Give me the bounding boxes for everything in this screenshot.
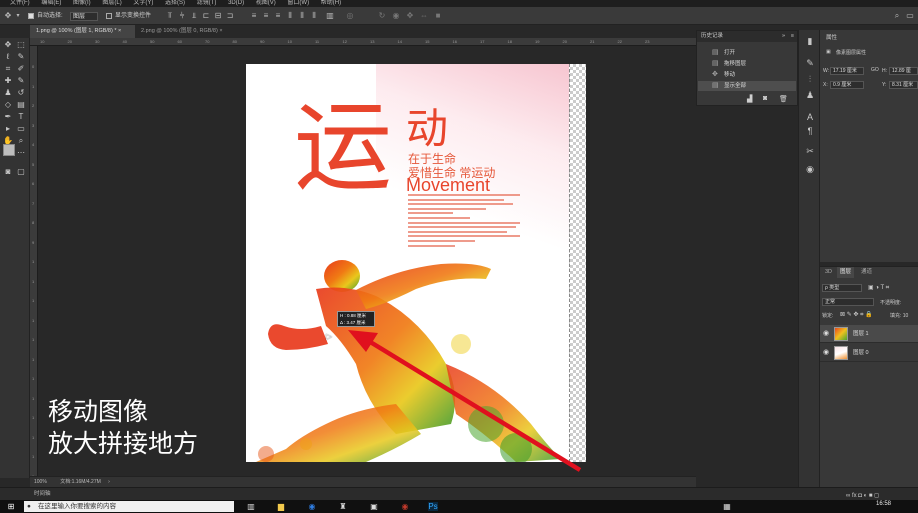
- history-item-label: 显示全部: [724, 83, 747, 89]
- layer-name[interactable]: 图层 0: [853, 344, 869, 362]
- zoom-level[interactable]: 100%: [34, 479, 47, 485]
- x-field[interactable]: 0.9 厘米: [830, 81, 864, 89]
- lock-icons[interactable]: ⊠ ✎ ✥ ⌗ 🔒: [840, 311, 873, 319]
- collapse-icon[interactable]: »: [782, 31, 785, 42]
- tools-preset-icon[interactable]: ✂: [805, 146, 815, 156]
- timeline-label[interactable]: 时间轴: [34, 491, 51, 497]
- layer-row[interactable]: ◉ 图层 0: [820, 344, 918, 362]
- cortana-icon: ●: [27, 503, 31, 510]
- browser-icon[interactable]: ◉: [307, 502, 317, 511]
- history-title[interactable]: 历史记录: [701, 33, 723, 39]
- windows-start-icon[interactable]: ⊞: [6, 502, 16, 511]
- tray-icon[interactable]: ▦: [722, 502, 732, 511]
- history-header: 历史记录 » ≡: [697, 31, 797, 42]
- history-panel: 历史记录 » ≡ ▤ 打开 ▤ 拖移图层 ✥ 移动 ▤ 显示全部 ▟ ◙ 🗑: [696, 30, 798, 106]
- properties-panel-icon[interactable]: ▮: [805, 36, 815, 46]
- caption-line-2: 放大拼接地方: [48, 429, 199, 458]
- eye-icon[interactable]: ◉: [823, 344, 829, 362]
- tab-3d[interactable]: 3D: [822, 267, 835, 278]
- clock[interactable]: 16:58: [876, 501, 891, 507]
- document-icon: ▤: [712, 82, 719, 89]
- camera-icon[interactable]: ◙: [763, 95, 767, 102]
- history-item-label: 移动: [724, 72, 736, 78]
- h-label: H:: [882, 68, 887, 74]
- status-bar: 100% 文档:1.16M/4.27M ›: [30, 476, 696, 487]
- layer-footer-icons[interactable]: ∞ fx ◘ ◐ ■ ◻: [846, 492, 879, 499]
- chevron-right-icon[interactable]: ›: [108, 479, 110, 485]
- filter-icons[interactable]: ▣ ◑ T ⌗: [868, 284, 889, 292]
- character-panel-icon[interactable]: A: [805, 112, 815, 122]
- properties-subtitle: 像素图层属性: [836, 50, 867, 56]
- task-view-icon[interactable]: ▥: [246, 502, 256, 511]
- trash-icon[interactable]: 🗑: [779, 95, 788, 103]
- caption-line-1: 移动图像: [48, 397, 149, 426]
- history-item-selected[interactable]: ▤ 显示全部: [698, 81, 796, 91]
- taskbar-search-input[interactable]: ● 在这里输入你要搜索的内容: [24, 501, 234, 512]
- history-item[interactable]: ▤ 打开: [698, 48, 796, 58]
- w-label: W:: [823, 68, 830, 74]
- blend-mode-dropdown[interactable]: 正常: [822, 298, 874, 306]
- recorder-icon[interactable]: ◉: [400, 502, 410, 511]
- history-item[interactable]: ▤ 拖移图层: [698, 59, 796, 69]
- history-item[interactable]: ✥ 移动: [698, 70, 796, 80]
- paragraph-panel-icon[interactable]: ¶: [805, 126, 815, 136]
- photoshop-icon[interactable]: Ps: [428, 502, 438, 511]
- pixel-layer-icon: ▣: [826, 49, 831, 55]
- layer-row[interactable]: ◉ 图层 1: [820, 325, 918, 343]
- tab-channels[interactable]: 通道: [858, 267, 875, 278]
- y-label: Y:: [882, 82, 887, 88]
- width-field[interactable]: 17.19 厘米: [830, 67, 864, 75]
- panel-menu-icon[interactable]: ≡: [791, 31, 794, 42]
- app-icon[interactable]: ♜: [338, 502, 348, 511]
- layer-name[interactable]: 图层 1: [853, 325, 869, 343]
- opacity-label[interactable]: 不透明度:: [880, 299, 901, 306]
- layer-thumbnail: [834, 327, 848, 341]
- move-icon: ✥: [712, 71, 718, 78]
- panel-icon-column: ▮ ✎ ⫶ ♟ A ¶ ✂ ◉: [798, 30, 820, 487]
- height-field[interactable]: 12.89 厘: [889, 67, 918, 75]
- document-icon: ▤: [712, 60, 719, 67]
- media-icon[interactable]: ▣: [369, 502, 379, 511]
- eye-icon[interactable]: ◉: [823, 325, 829, 343]
- tab-layers[interactable]: 图层: [837, 267, 855, 278]
- file-explorer-icon[interactable]: ▆: [276, 502, 286, 511]
- taskbar: ⊞ ● 在这里输入你要搜索的内容 ▥ ▆ ◉ ♜ ▣ ◉ Ps ▦ 16:58: [0, 500, 918, 513]
- layer-kind-filter[interactable]: ρ 类型: [822, 284, 862, 292]
- doc-size: 文档:1.16M/4.27M: [60, 479, 101, 485]
- adjust-icon[interactable]: ⫶: [805, 74, 815, 84]
- layer-thumbnail: [834, 346, 848, 360]
- fill-label[interactable]: 填充: 10: [890, 312, 908, 319]
- history-item-label: 拖移图层: [724, 61, 747, 67]
- brush-panel-icon[interactable]: ✎: [805, 58, 815, 68]
- timeline-panel: 时间轴: [0, 487, 918, 500]
- y-field[interactable]: 8.31 厘米: [889, 81, 918, 89]
- link-icon[interactable]: GO: [871, 67, 879, 73]
- properties-title[interactable]: 属性: [826, 33, 837, 41]
- lock-label: 锁定:: [822, 313, 834, 319]
- x-label: X:: [823, 82, 828, 88]
- color-wheel-icon[interactable]: ◉: [805, 164, 815, 174]
- new-doc-from-state-icon[interactable]: ▟: [747, 95, 752, 103]
- document-icon: ▤: [712, 49, 719, 56]
- clone-source-icon[interactable]: ♟: [805, 90, 815, 100]
- layers-panel: 3D 图层 通道 ρ 类型 ▣ ◑ T ⌗ 正常 不透明度: 锁定: ⊠ ✎ ✥…: [820, 266, 918, 499]
- properties-panel: 属性 ▣ 像素图层属性 W: 17.19 厘米 GO H: 12.89 厘 X:…: [820, 30, 918, 262]
- search-placeholder: 在这里输入你要搜索的内容: [38, 503, 116, 510]
- history-item-label: 打开: [724, 50, 736, 56]
